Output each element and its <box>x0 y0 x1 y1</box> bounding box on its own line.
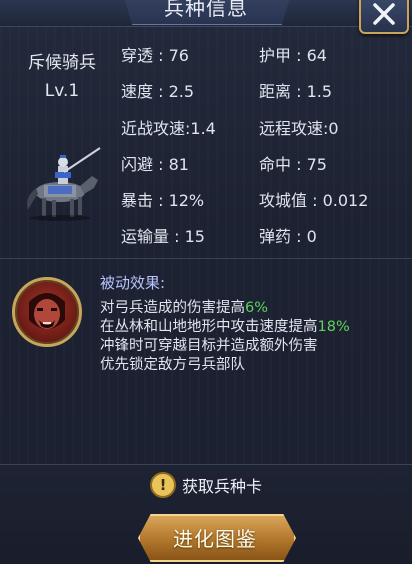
unit-level: Lv.1 <box>44 81 80 101</box>
red-warrior-portrait <box>12 277 82 347</box>
passive-title: 被动效果: <box>100 274 166 292</box>
unit-name: 斥候骑兵 <box>28 53 96 73</box>
cavalry-unit-sprite <box>27 147 101 221</box>
obtain-unit-card-link[interactable]: ! 获取兵种卡 <box>150 472 263 498</box>
evolution-codex-label: 进化图鉴 <box>173 527 257 551</box>
close-icon <box>373 3 395 25</box>
stat-range: 距离 : 1.5 <box>259 82 333 101</box>
stat-ranged-attack-speed: 远程攻速:0 <box>259 119 339 138</box>
stat-dodge: 闪避 : 81 <box>121 155 189 174</box>
obtain-unit-card-label: 获取兵种卡 <box>182 477 263 496</box>
exclamation-icon: ! <box>150 472 176 498</box>
passive-value-2: 18% <box>317 319 350 335</box>
stat-melee-attack-speed: 近战攻速:1.4 <box>121 119 216 138</box>
stat-crit: 暴击 : 12% <box>121 191 205 210</box>
stat-penetration: 穿透 : 76 <box>121 46 189 65</box>
passive-effect-2: 在丛林和山地地形中攻击速度提高18% <box>100 319 350 335</box>
stat-armor: 护甲 : 64 <box>259 46 327 65</box>
passive-effect-3: 冲锋时可穿越目标并造成额外伤害 <box>100 338 318 354</box>
unit-info-panel: 兵种信息 斥候骑兵 Lv.1 穿透 : 76 护甲 : 64 速度 : 2.5 <box>0 0 412 564</box>
passive-effect-4: 优先锁定敌方弓兵部队 <box>100 357 245 373</box>
passive-value-1: 6% <box>245 300 269 316</box>
stat-hit: 命中 : 75 <box>259 155 327 174</box>
close-button[interactable] <box>359 0 409 34</box>
section-divider <box>0 258 412 259</box>
stat-ammo: 弹药 : 0 <box>259 227 317 246</box>
panel-title: 兵种信息 <box>164 0 248 20</box>
stat-siege: 攻城值 : 0.012 <box>259 191 369 210</box>
passive-effect-1: 对弓兵造成的伤害提高6% <box>100 300 269 316</box>
warrior-face-icon <box>29 293 65 329</box>
stat-speed: 速度 : 2.5 <box>121 82 195 101</box>
stat-transport: 运输量 : 15 <box>121 227 205 246</box>
